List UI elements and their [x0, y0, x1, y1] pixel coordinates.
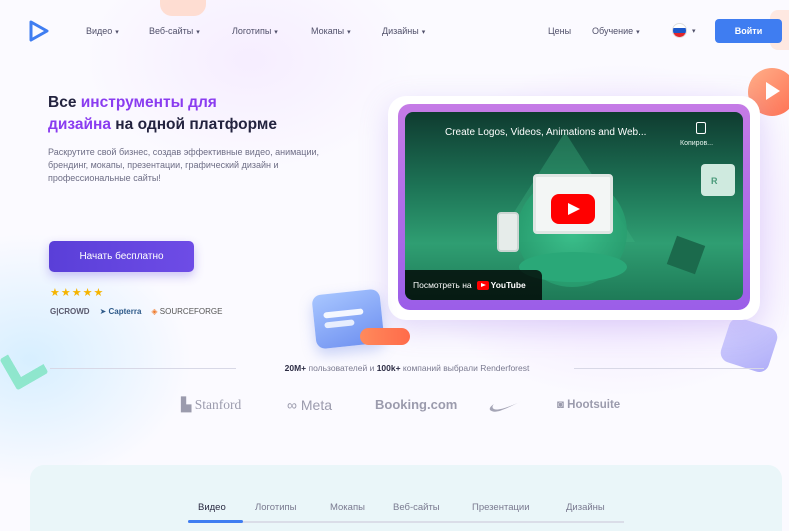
tabs-track — [188, 521, 624, 523]
nike-logo-icon — [489, 401, 522, 412]
nav-item-designs[interactable]: Дизайны ▾ — [382, 26, 425, 36]
chevron-down-icon: ▾ — [115, 29, 119, 36]
decorative-green-shape — [0, 341, 49, 391]
play-button[interactable] — [551, 194, 595, 224]
review-sites: G|CROWD ➤ Capterra ◈ SOURCEFORGE — [50, 307, 222, 316]
tab-video[interactable]: Видео — [198, 502, 226, 513]
nav-item-video[interactable]: Видео ▾ — [86, 26, 119, 36]
language-flag-icon[interactable] — [672, 23, 687, 38]
tab-presentations[interactable]: Презентации — [472, 502, 530, 513]
copy-link-icon[interactable] — [696, 122, 706, 134]
hero-title: Все инструменты для дизайна на одной пла… — [48, 94, 277, 133]
nav-item-pricing[interactable]: Цены — [548, 26, 571, 36]
social-proof-text: 20M+ пользователей и 100k+ компаний выбр… — [284, 363, 530, 373]
tab-designs[interactable]: Дизайны — [566, 502, 605, 513]
video-title[interactable]: Create Logos, Videos, Animations and Web… — [445, 127, 646, 138]
g2crowd-logo: G|CROWD — [50, 307, 90, 316]
stanford-logo: ▙ Stanford — [181, 397, 242, 412]
youtube-logo: YouTube — [476, 280, 526, 290]
youtube-icon — [476, 280, 489, 290]
hero-subtitle: Раскрутите свой бизнес, создав эффективн… — [48, 147, 319, 183]
divider — [574, 368, 764, 369]
scene-phone-image — [497, 212, 519, 252]
divider — [50, 368, 236, 369]
active-tab-indicator — [188, 520, 243, 523]
chevron-down-icon: ▾ — [636, 29, 640, 36]
brand-logos: ▙ Stanford ∞ Meta Booking.com ◙ Hootsuit… — [0, 397, 789, 417]
start-free-button[interactable]: Начать бесплатно — [49, 241, 194, 272]
video-player[interactable]: R Create Logos, Videos, Animations and W… — [405, 112, 743, 300]
capterra-logo: ➤ Capterra — [99, 307, 142, 316]
copy-link-label[interactable]: Копиров... — [680, 140, 713, 147]
scene-shirt-image: R — [701, 164, 735, 196]
chevron-down-icon[interactable]: ▾ — [692, 27, 696, 35]
tab-logos[interactable]: Логотипы — [255, 502, 296, 513]
chevron-down-icon: ▾ — [274, 29, 278, 36]
nav-item-logos[interactable]: Логотипы ▾ — [232, 26, 278, 36]
hootsuite-logo: ◙ Hootsuite — [557, 399, 621, 411]
sourceforge-logo: ◈ SOURCEFORGE — [151, 307, 223, 316]
navbar: Видео ▾ Веб-сайты ▾ Логотипы ▾ Мокапы ▾ Диза… — [0, 14, 789, 50]
product-tabs: Видео Логотипы Мокапы Веб-сайты Презента… — [0, 502, 789, 528]
play-logo-icon[interactable] — [28, 20, 50, 42]
scene-decoration — [666, 235, 706, 275]
watch-on-youtube-button[interactable]: Посмотреть на YouTube — [405, 270, 542, 300]
page: Видео ▾ Веб-сайты ▾ Логотипы ▾ Мокапы ▾ Диза… — [0, 0, 789, 531]
chevron-down-icon: ▾ — [196, 29, 200, 36]
nav-item-websites[interactable]: Веб-сайты ▾ — [149, 26, 200, 36]
rating-stars: ★★★★★ — [50, 287, 105, 299]
chevron-down-icon: ▾ — [421, 29, 426, 36]
login-button[interactable]: Войти — [715, 19, 782, 43]
decorative-blue-shape — [718, 315, 780, 375]
chevron-down-icon: ▾ — [347, 29, 351, 36]
nav-item-mockups[interactable]: Мокапы ▾ — [311, 26, 351, 36]
meta-logo: ∞ Meta — [287, 397, 332, 413]
tab-websites[interactable]: Веб-сайты — [393, 502, 440, 513]
decorative-pill — [360, 328, 410, 345]
tab-mockups[interactable]: Мокапы — [330, 502, 365, 513]
nav-item-learning[interactable]: Обучение ▾ — [592, 26, 640, 36]
booking-logo: Booking.com — [375, 397, 458, 412]
